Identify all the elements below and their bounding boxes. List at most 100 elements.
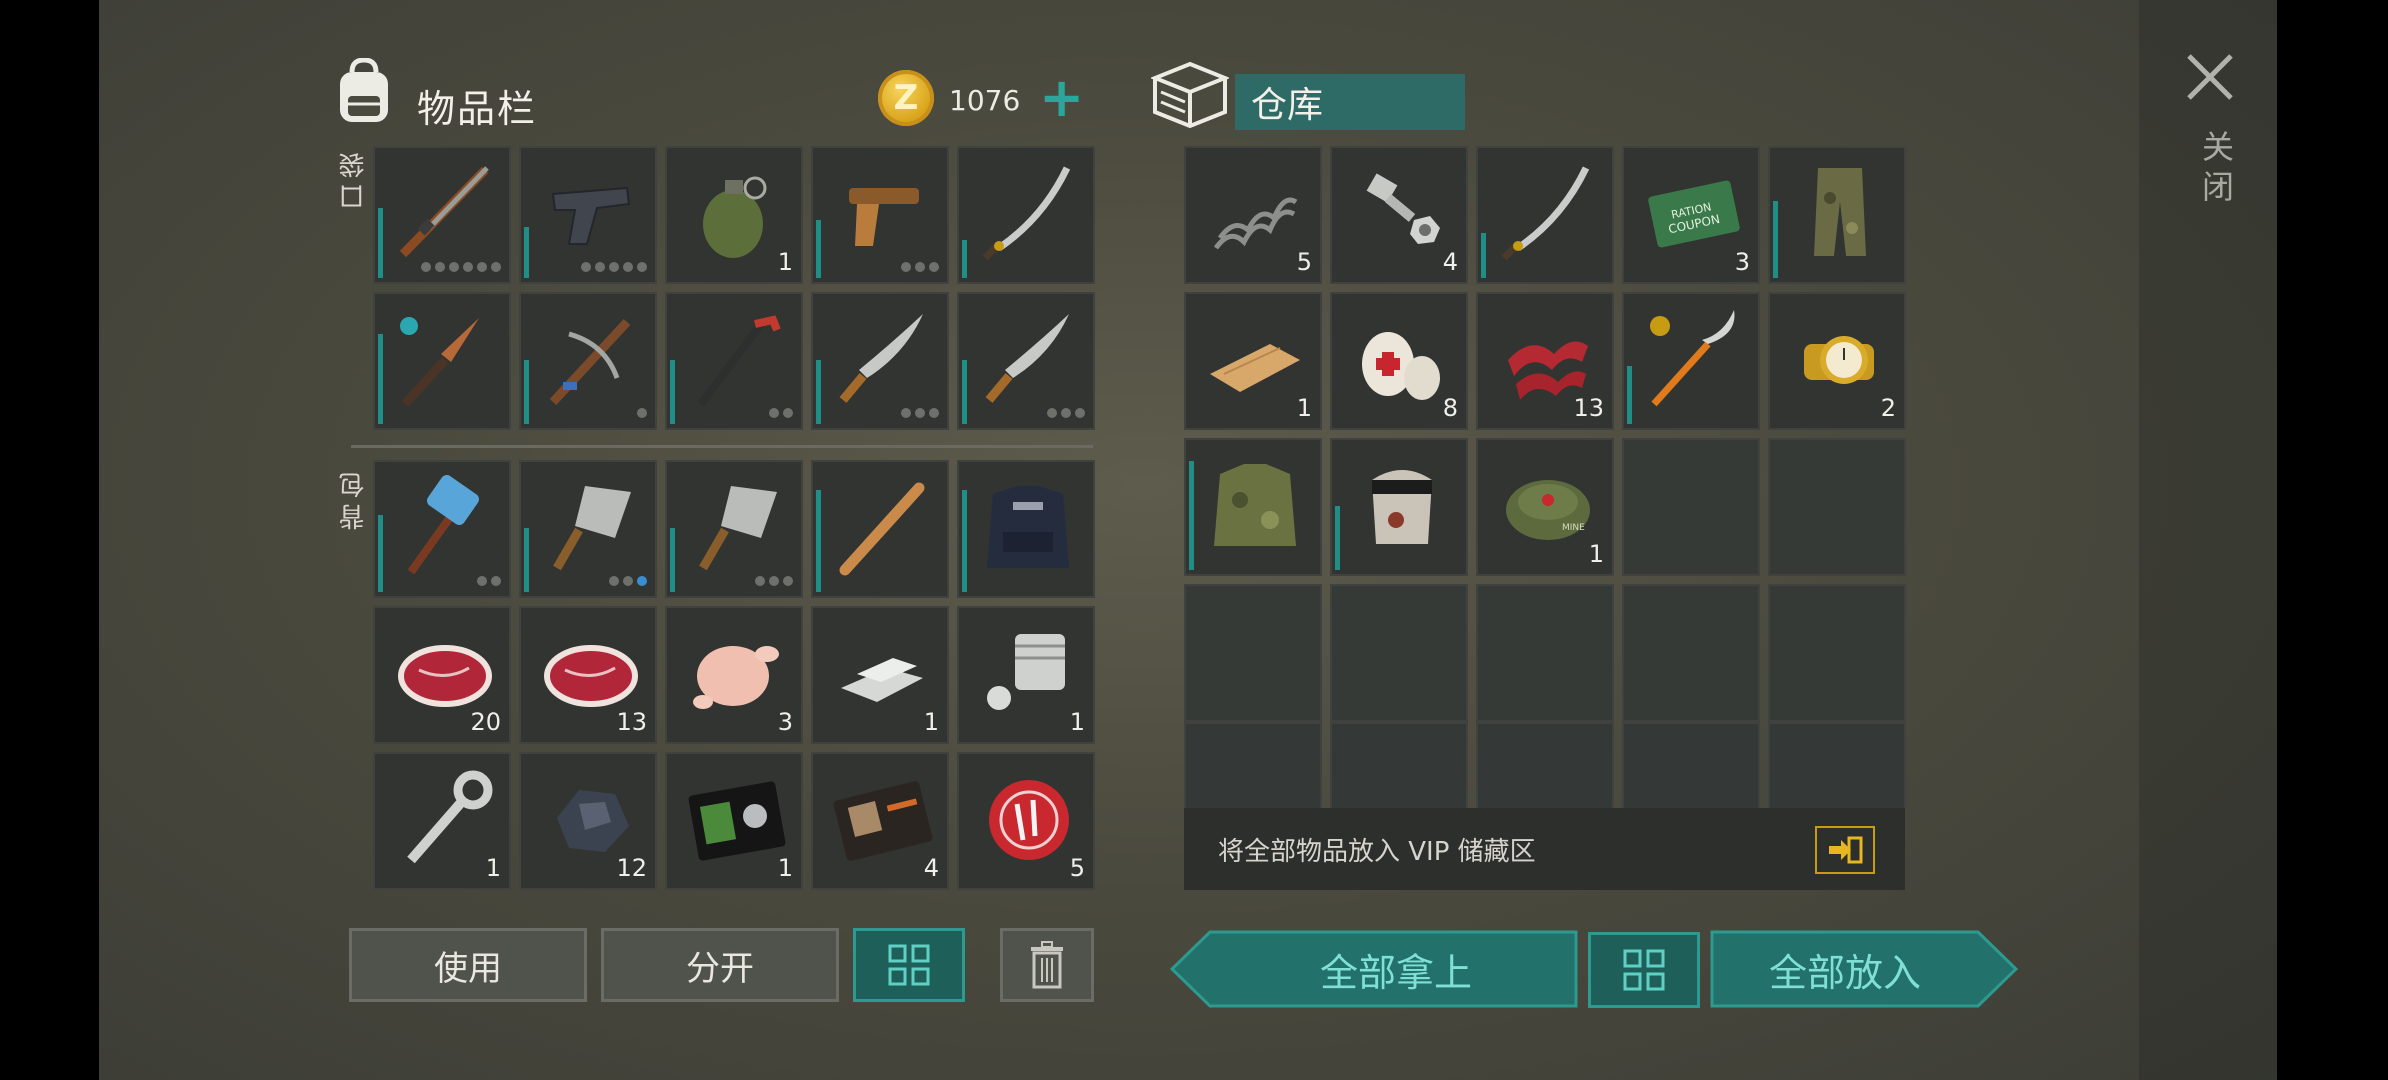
storage-tab[interactable]: 仓库	[1235, 74, 1465, 130]
crossbow-icon	[549, 318, 631, 406]
use-button[interactable]: 使用	[349, 928, 587, 1002]
item-slot[interactable]: 5	[957, 752, 1095, 890]
item-quantity: 1	[1069, 708, 1085, 736]
item-slot[interactable]: 8	[1330, 292, 1468, 430]
sort-storage-button[interactable]	[1588, 932, 1700, 1008]
svg-text:MINE: MINE	[1562, 523, 1585, 533]
item-slot[interactable]	[1330, 438, 1468, 576]
empty-slot[interactable]	[1768, 722, 1906, 808]
item-slot[interactable]	[957, 146, 1095, 284]
item-slot[interactable]: 5	[1184, 146, 1322, 284]
katana-icon	[982, 166, 1071, 261]
split-button[interactable]: 分开	[601, 928, 839, 1002]
take-all-button[interactable]: 全部拿上	[1214, 930, 1578, 1008]
vip-transfer-button[interactable]	[1815, 826, 1875, 874]
item-slot[interactable]: 13	[1476, 292, 1614, 430]
sort-inventory-button[interactable]	[853, 928, 965, 1002]
durability-bar	[524, 528, 529, 592]
arrow-into-box-icon	[1829, 836, 1863, 864]
flare-gun-icon	[849, 188, 919, 246]
empty-slot[interactable]	[1184, 722, 1322, 808]
item-slot[interactable]	[373, 292, 511, 430]
welding-mask-icon	[1372, 470, 1432, 544]
ammo-dot	[491, 262, 501, 272]
ammo-dot	[477, 262, 487, 272]
item-slot[interactable]: 13	[519, 606, 657, 744]
combat-knife-icon	[400, 317, 479, 408]
item-slot[interactable]: 1	[811, 606, 949, 744]
item-slot[interactable]	[811, 460, 949, 598]
item-slot[interactable]: RATION COUPON 3	[1622, 146, 1760, 284]
backpack-label: 背包	[339, 466, 369, 530]
camo-jacket-icon	[1214, 464, 1296, 546]
item-slot[interactable]: 2	[1768, 292, 1906, 430]
item-slot[interactable]	[1184, 438, 1322, 576]
item-slot[interactable]	[957, 460, 1095, 598]
coin-amount: 1076	[949, 84, 1021, 117]
game-screen: 物品栏 Z 1076 + 仓库 关闭 口袋 背包 将全部物品放入 VIP 储藏区	[99, 0, 2277, 1080]
item-slot[interactable]: 1	[373, 752, 511, 890]
item-slot[interactable]	[811, 292, 949, 430]
item-slot[interactable]: 1	[1184, 292, 1322, 430]
empty-slot[interactable]	[1330, 584, 1468, 722]
item-quantity: 1	[777, 854, 793, 882]
item-slot[interactable]: MINE 1	[1476, 438, 1614, 576]
item-slot[interactable]	[373, 146, 511, 284]
grenade-icon	[703, 176, 767, 258]
item-slot[interactable]: 20	[373, 606, 511, 744]
ammo-dot	[463, 262, 473, 272]
empty-slot[interactable]	[1184, 584, 1322, 722]
item-quantity: 3	[1734, 248, 1750, 276]
durability-bar	[1481, 233, 1486, 278]
ammo-dot	[421, 262, 431, 272]
ammo-dot	[1061, 408, 1071, 418]
empty-slot[interactable]	[1330, 722, 1468, 808]
item-slot[interactable]	[1768, 146, 1906, 284]
item-slot[interactable]	[665, 460, 803, 598]
durability-bar	[378, 515, 383, 592]
vip-storage-bar[interactable]: 将全部物品放入 VIP 储藏区	[1184, 808, 1905, 890]
empty-slot[interactable]	[1622, 438, 1760, 576]
ammo-dot	[1075, 408, 1085, 418]
item-slot[interactable]: 1	[665, 146, 803, 284]
durability-bar	[816, 490, 821, 592]
item-slot[interactable]	[373, 460, 511, 598]
shotgun-icon	[399, 166, 489, 258]
machete-icon	[985, 314, 1069, 403]
item-slot[interactable]	[519, 146, 657, 284]
item-slot[interactable]	[519, 460, 657, 598]
item-slot[interactable]: 1	[665, 752, 803, 890]
put-all-button[interactable]: 全部放入	[1710, 930, 1980, 1008]
item-slot[interactable]: 3	[665, 606, 803, 744]
close-label[interactable]: 关闭	[2193, 130, 2239, 210]
empty-slot[interactable]	[1768, 438, 1906, 576]
item-slot[interactable]: 12	[519, 752, 657, 890]
durability-bar	[962, 360, 967, 424]
durability-bar	[524, 360, 529, 424]
ammo-dots	[901, 408, 939, 418]
baseball-bat-icon	[839, 482, 925, 576]
empty-slot[interactable]	[1768, 584, 1906, 722]
item-slot[interactable]: 1	[957, 606, 1095, 744]
item-slot[interactable]: 4	[811, 752, 949, 890]
coin-icon: Z	[878, 70, 934, 126]
durability-bar	[816, 360, 821, 424]
item-slot[interactable]	[811, 146, 949, 284]
trash-button[interactable]	[1000, 928, 1094, 1002]
pocket-backpack-divider	[351, 445, 1093, 448]
empty-slot[interactable]	[1476, 722, 1614, 808]
item-quantity: 4	[923, 854, 939, 882]
add-coins-button[interactable]: +	[1039, 71, 1084, 125]
item-slot[interactable]	[957, 292, 1095, 430]
empty-slot[interactable]	[1476, 584, 1614, 722]
durability-bar	[1189, 461, 1194, 570]
item-slot[interactable]	[519, 292, 657, 430]
item-slot[interactable]: 4	[1330, 146, 1468, 284]
item-slot[interactable]	[1476, 146, 1614, 284]
item-slot[interactable]	[665, 292, 803, 430]
close-button[interactable]	[2185, 52, 2235, 102]
item-slot[interactable]	[1622, 292, 1760, 430]
ammo-dot	[623, 576, 633, 586]
empty-slot[interactable]	[1622, 584, 1760, 722]
empty-slot[interactable]	[1622, 722, 1760, 808]
